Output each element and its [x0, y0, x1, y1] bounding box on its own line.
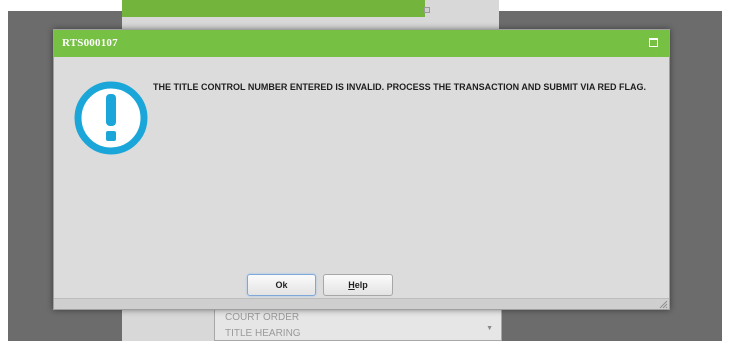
dialog-title: RTS000107 — [62, 37, 118, 49]
background-panel-header — [122, 0, 425, 17]
exclamation-circle-icon — [74, 81, 148, 155]
alert-dialog: RTS000107 THE TITLE CONTROL NUMBER ENTER… — [53, 29, 670, 310]
dialog-titlebar[interactable]: RTS000107 — [54, 30, 669, 57]
chevron-down-icon: ▼ — [486, 325, 493, 332]
dialog-message: THE TITLE CONTROL NUMBER ENTERED IS INVA… — [153, 82, 647, 92]
ok-button[interactable]: Ok — [247, 274, 316, 296]
help-button-label: elp — [354, 280, 368, 290]
background-select-item: TITLE HEARING — [225, 328, 301, 339]
help-button[interactable]: Help — [323, 274, 393, 296]
dialog-statusbar — [54, 298, 669, 309]
background-panel-control — [424, 7, 430, 13]
resize-grip-icon[interactable] — [658, 299, 668, 309]
background-select-item: COURT ORDER — [225, 312, 300, 323]
maximize-icon[interactable] — [649, 38, 658, 47]
